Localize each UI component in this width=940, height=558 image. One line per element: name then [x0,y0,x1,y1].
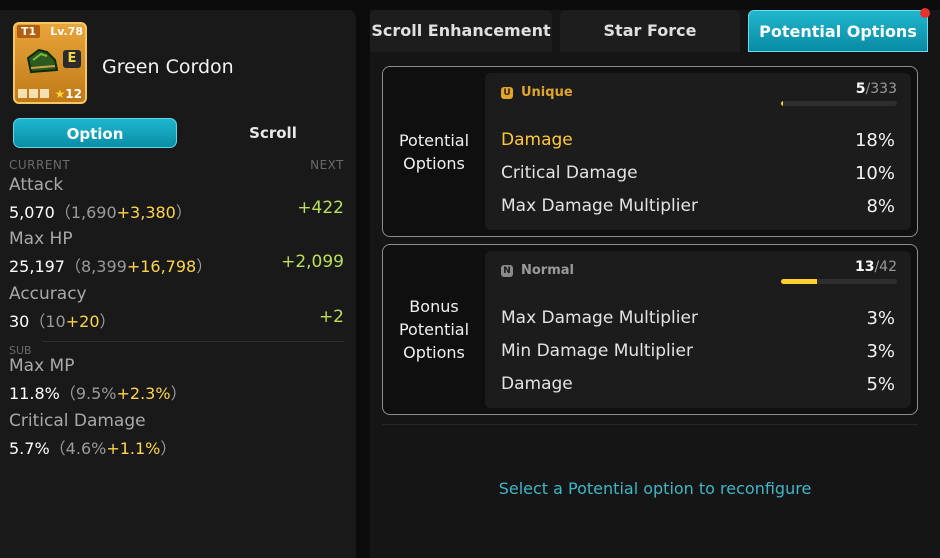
stat-value-max-mp: 11.8%（9.5%+2.3%） [9,384,187,403]
potential-option-value: 18% [854,130,895,151]
current-header: CURRENT [9,158,71,172]
potential-progress-bar [781,101,897,106]
stat-value-accuracy: 30（10+20） [9,312,116,331]
bonus-option-name: Damage [501,374,573,394]
stat-label-max-hp: Max HP [9,229,73,249]
bonus-option-value: 5% [866,374,895,395]
star-count: ★12 [54,87,82,101]
bonus-count: 13/42 [854,259,897,275]
potential-option-name: Max Damage Multiplier [501,196,698,216]
stat-next-max-hp: +2,099 [281,252,344,272]
potential-option-value: 8% [866,196,895,217]
tab-scroll-enhancement[interactable]: Scroll Enhancement [370,10,552,52]
grade-letter: E [63,50,81,68]
potential-grade: Unique [521,85,573,100]
star-icon: ★ [54,87,66,101]
bonus-progress-fill [781,279,817,284]
stat-next-attack: +422 [297,198,344,218]
stat-label-critical-damage: Critical Damage [9,411,146,431]
potential-options-label: Potential Options [398,131,470,173]
tab-potential-options[interactable]: Potential Options [748,10,928,52]
stat-next-accuracy: +2 [318,307,344,327]
stat-label-max-mp: Max MP [9,356,75,376]
bonus-potential-options-label: Bonus Potential Options [398,297,470,362]
potential-count: 5/333 [855,81,897,97]
enhancement-panel: Scroll Enhancement Star Force Potential … [370,8,940,558]
bonus-option-name: Max Damage Multiplier [501,308,698,328]
item-name: Green Cordon [102,56,234,78]
level-label: Lv.78 [50,25,83,38]
bonus-progress-bar [781,279,897,284]
view-tabs: Option Scroll [13,118,347,148]
unique-grade-icon: U [501,87,513,99]
tab-star-force[interactable]: Star Force [560,10,740,52]
notification-dot [920,8,930,18]
stat-value-attack: 5,070（1,690+3,380） [9,203,192,222]
stat-value-max-hp: 25,197（8,399+16,798） [9,257,213,276]
bonus-option-name: Min Damage Multiplier [501,341,693,361]
bonus-grade: Normal [521,263,574,278]
stat-label-accuracy: Accuracy [9,284,87,304]
bonus-option-value: 3% [866,308,895,329]
option-tab[interactable]: Option [13,118,177,148]
potential-option-name: Damage [501,130,573,150]
potential-option-value: 10% [854,163,895,184]
potential-options-box[interactable]: Potential Options U Unique 5/333 Damage … [382,66,918,237]
bonus-option-value: 3% [866,341,895,362]
sub-divider [42,341,344,342]
reconfigure-hint: Select a Potential option to reconfigure [498,479,812,498]
shoe-icon [26,48,59,74]
normal-grade-icon: N [501,265,513,277]
stat-value-critical-damage: 5.7%（4.6%+1.1%） [9,439,177,458]
potential-option-name: Critical Damage [501,163,638,183]
next-header: NEXT [310,158,344,172]
stat-label-attack: Attack [9,175,64,195]
potential-progress-fill [781,101,783,106]
scroll-tab[interactable]: Scroll [193,118,353,148]
tier-badge: T1 [17,25,41,38]
item-icon: T1 Lv.78 E ★12 [13,22,87,104]
socket-slots [18,89,49,98]
bonus-potential-options-panel: N Normal 13/42 Max Damage Multiplier 3% … [485,251,911,408]
item-info-panel: T1 Lv.78 E ★12 Green Cordon Option Scrol… [0,10,356,558]
bonus-potential-options-box[interactable]: Bonus Potential Options N Normal 13/42 M… [382,244,918,415]
potential-options-panel: U Unique 5/333 Damage 18% Critical Damag… [485,73,911,230]
panel-divider [382,424,918,425]
